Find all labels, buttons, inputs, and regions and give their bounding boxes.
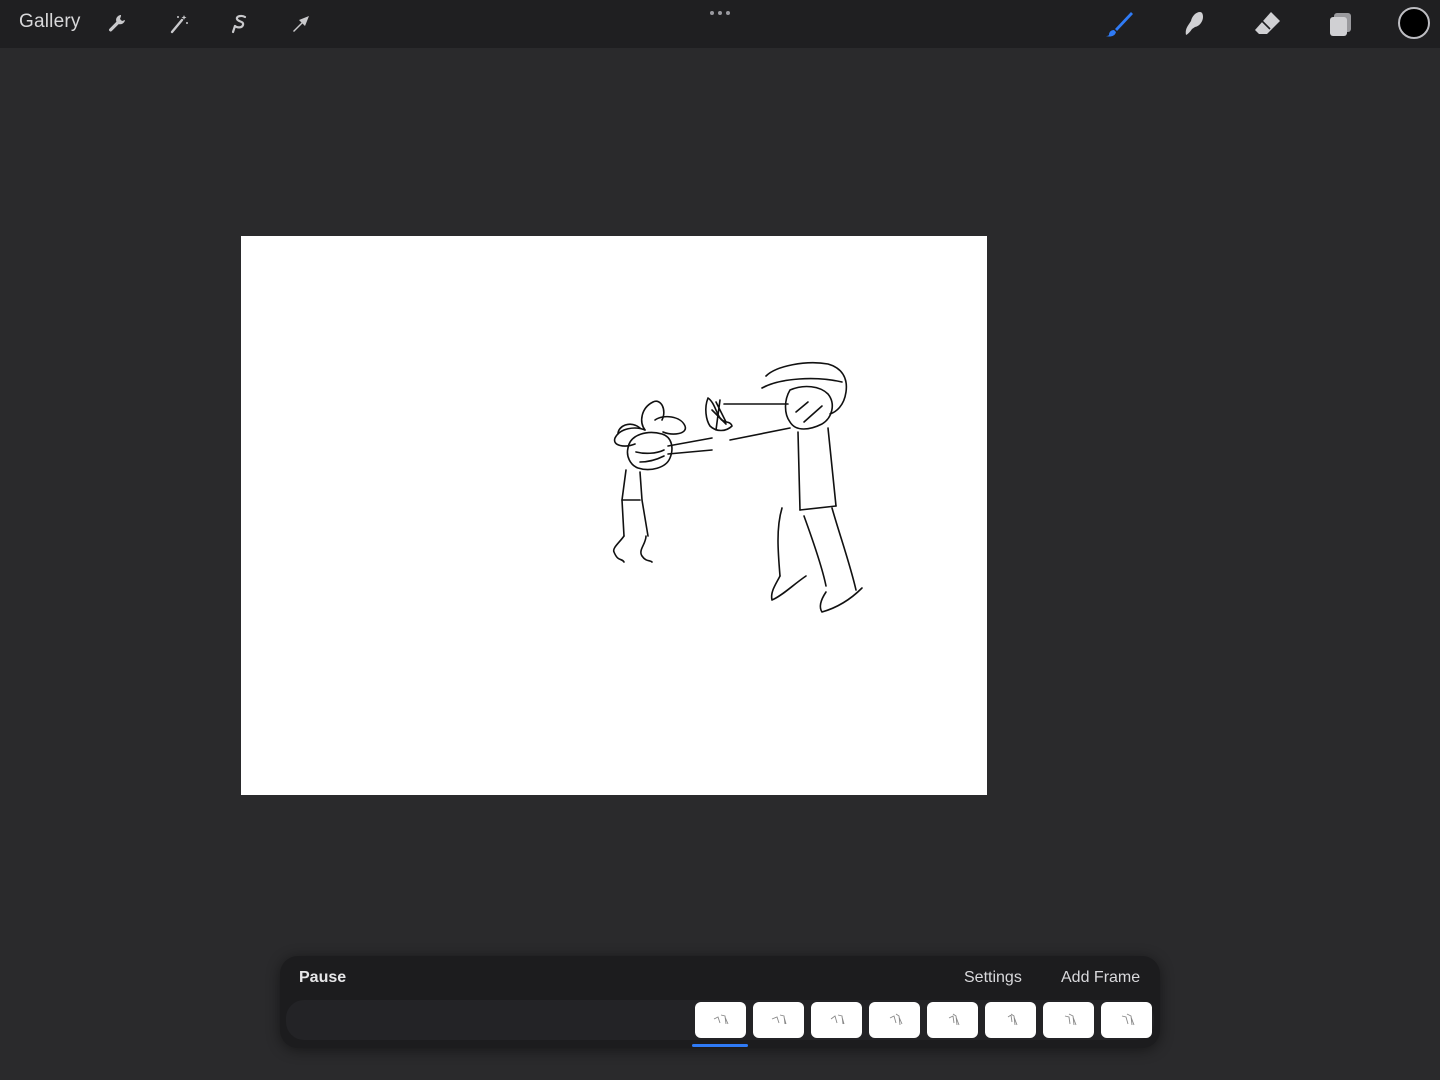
selection-icon[interactable] xyxy=(224,8,256,40)
pause-button[interactable]: Pause xyxy=(299,969,346,987)
magic-wand-icon[interactable] xyxy=(163,8,195,40)
frame-thumbnail[interactable] xyxy=(811,1002,862,1038)
add-frame-button[interactable]: Add Frame xyxy=(1061,969,1140,987)
frame-sketch-icon xyxy=(771,1014,786,1025)
gallery-button[interactable]: Gallery xyxy=(19,11,81,33)
frame-thumbnail[interactable] xyxy=(869,1002,920,1038)
drawing-canvas[interactable] xyxy=(241,236,987,795)
frame-sketch-icon xyxy=(713,1014,728,1025)
frame-thumbnail[interactable] xyxy=(753,1002,804,1038)
color-picker-swatch[interactable] xyxy=(1398,7,1430,39)
frame-sketch-icon xyxy=(1064,1013,1076,1026)
brush-icon[interactable] xyxy=(1103,8,1135,40)
frame-sketch-icon xyxy=(889,1013,902,1026)
frame-thumbnail[interactable] xyxy=(985,1002,1036,1038)
eraser-icon[interactable] xyxy=(1251,8,1283,40)
wrench-icon[interactable] xyxy=(102,8,134,40)
layers-icon[interactable] xyxy=(1325,8,1357,40)
selected-frame-indicator xyxy=(692,1044,748,1047)
frame-thumbnail[interactable] xyxy=(1101,1002,1152,1038)
smudge-icon[interactable] xyxy=(1177,8,1209,40)
frame-sketch-icon xyxy=(1121,1013,1134,1026)
frame-sketch-icon xyxy=(948,1013,959,1026)
top-toolbar: Gallery xyxy=(0,0,1440,48)
frame-thumbnail[interactable] xyxy=(927,1002,978,1038)
frame-sketch-icon xyxy=(830,1014,844,1025)
transform-arrow-icon[interactable] xyxy=(285,8,317,40)
frame-sketch-icon xyxy=(1007,1013,1017,1026)
more-options-icon[interactable] xyxy=(708,6,732,20)
frame-thumbnail[interactable] xyxy=(695,1002,746,1038)
frame-thumbnail[interactable] xyxy=(1043,1002,1094,1038)
settings-button[interactable]: Settings xyxy=(964,969,1022,987)
sketch-drawing xyxy=(612,361,863,613)
animation-assist-panel: Pause Settings Add Frame xyxy=(280,956,1160,1048)
